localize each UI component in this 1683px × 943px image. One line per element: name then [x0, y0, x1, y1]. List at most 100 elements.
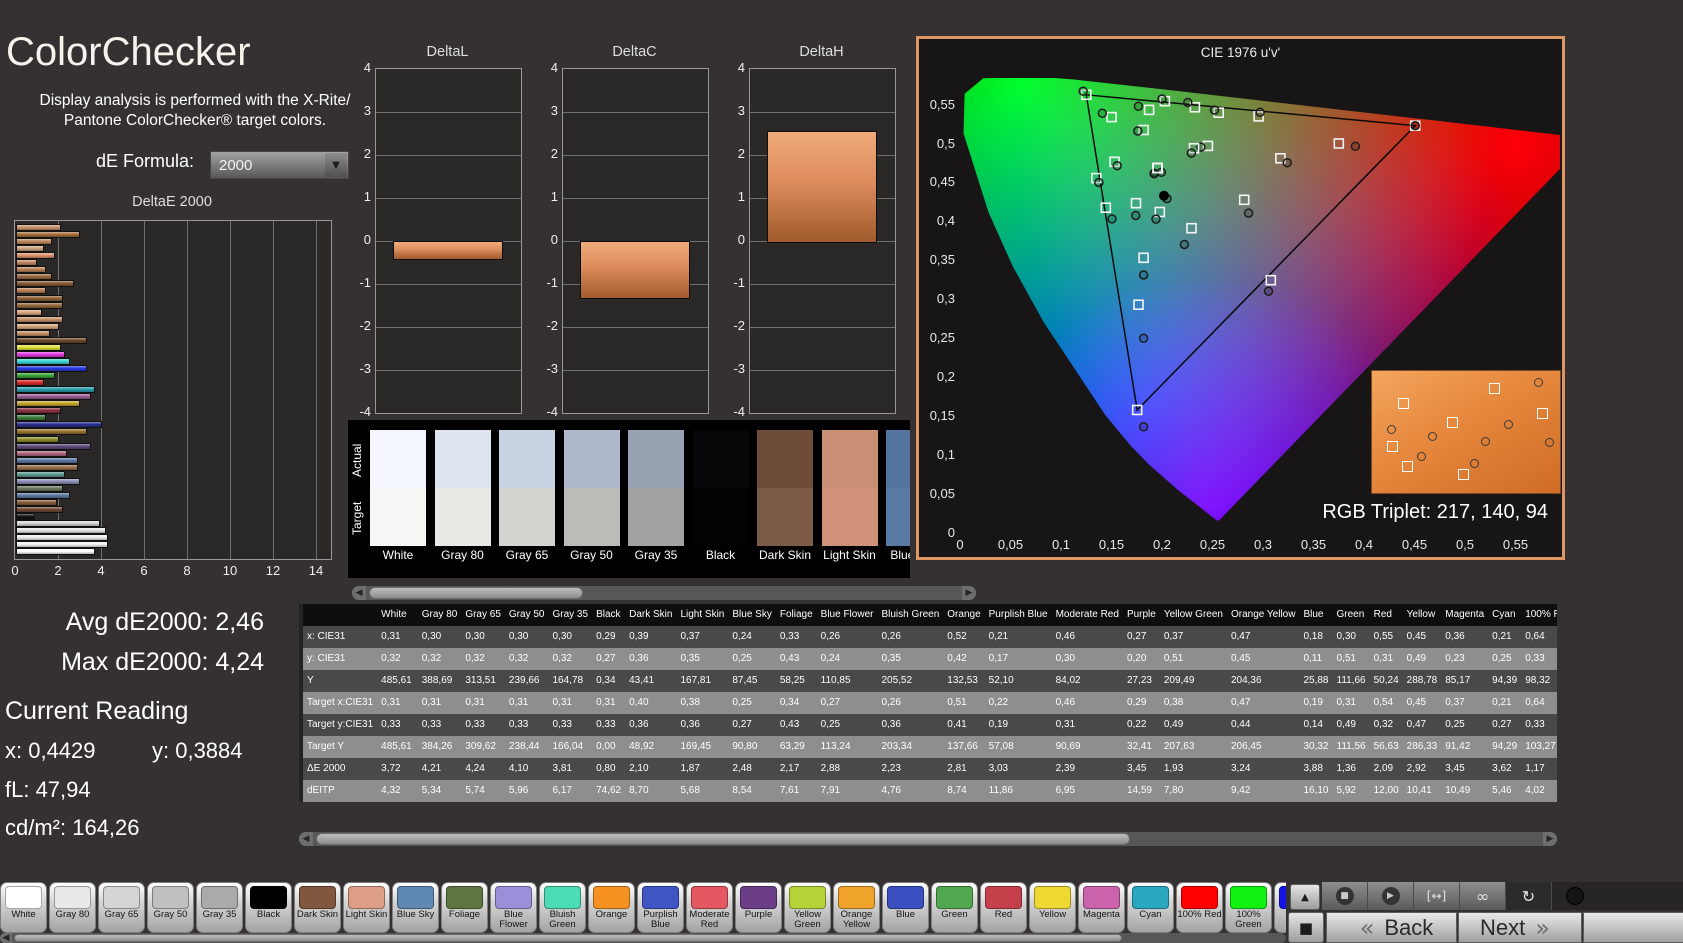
patch-tile[interactable]: Bluish Green: [539, 882, 586, 933]
measured-point: [1149, 168, 1159, 179]
scroll-left-icon[interactable]: ◀: [0, 933, 12, 943]
deltae-bar: [16, 491, 70, 499]
patch-tile[interactable]: Green: [931, 882, 978, 933]
table-cell: 0,19: [984, 714, 1052, 736]
table-cell: 4,76: [877, 780, 944, 802]
patch-tile[interactable]: 100% Blue: [1274, 882, 1286, 933]
patch-tile[interactable]: Yellow: [1029, 882, 1076, 933]
loop-button[interactable]: ∞: [1460, 882, 1506, 910]
table-cell: 0,37: [1159, 626, 1227, 648]
table-cell: 5,74: [461, 780, 505, 802]
patch-tile[interactable]: Blue Sky: [392, 882, 439, 933]
next-button[interactable]: Next »: [1458, 912, 1582, 943]
patch-tile[interactable]: Blue Flower: [490, 882, 537, 933]
patch-tile[interactable]: Moderate Red: [686, 882, 733, 933]
table-cell: 169,45: [676, 736, 729, 758]
deltae-bar: [16, 301, 64, 309]
patch-tile[interactable]: Magenta: [1078, 882, 1125, 933]
patch-tile[interactable]: Purplish Blue: [637, 882, 684, 933]
measured-point: [1151, 214, 1161, 224]
scroll-right-icon[interactable]: ▶: [962, 586, 976, 600]
gridline: [563, 198, 708, 199]
scrollbar-thumb[interactable]: [369, 587, 583, 599]
table-cell: 0,33: [1521, 714, 1557, 736]
patch-tile[interactable]: Gray 65: [98, 882, 145, 933]
table-cell: 0,33: [1521, 648, 1557, 670]
patch-tile[interactable]: Orange Yellow: [833, 882, 880, 933]
column-header: 100% Red: [1521, 604, 1557, 626]
target-swatch: [499, 488, 555, 546]
table-cell: 309,62: [461, 736, 505, 758]
actual-target-swatch-strip: Actual Target White Gray 80 Gray 65 Gray 50…: [348, 420, 910, 578]
table-cell: 113,24: [816, 736, 878, 758]
table-cell: 209,49: [1159, 670, 1227, 692]
patch-tile[interactable]: Light Skin: [343, 882, 390, 933]
stop-button[interactable]: ■: [1322, 882, 1368, 910]
scroll-up-button[interactable]: ▲: [1290, 884, 1320, 910]
patch-tile[interactable]: Dark Skin: [294, 882, 341, 933]
table-cell: 0,44: [1226, 714, 1300, 736]
patch-tile[interactable]: 100% Green: [1225, 882, 1272, 933]
table-cell: 0,47: [1226, 626, 1300, 648]
patch-tile[interactable]: Purple: [735, 882, 782, 933]
back-button[interactable]: « Back: [1326, 912, 1457, 943]
stop-square-button[interactable]: ■: [1288, 912, 1324, 943]
patch-tile[interactable]: Yellow Green: [784, 882, 831, 933]
table-cell: 110,85: [816, 670, 878, 692]
table-cell: 0,30: [1051, 648, 1123, 670]
patch-tile-label: Gray 65: [104, 909, 139, 920]
table-scrollbar[interactable]: ◀ ▶: [299, 832, 1557, 846]
table-cell: 288,78: [1402, 670, 1442, 692]
scrollbar-thumb[interactable]: [14, 934, 1122, 942]
page-scrollbar[interactable]: ◀: [0, 933, 1286, 943]
column-header: Gray 80: [417, 604, 462, 626]
table-cell: 0,41: [943, 714, 985, 736]
table-cell: 12,00: [1369, 780, 1403, 802]
patch-tile[interactable]: Gray 50: [147, 882, 194, 933]
patch-tile-label: Bluish Green: [549, 909, 576, 930]
up-arrow-icon: ▲: [1301, 891, 1309, 903]
scroll-left-icon[interactable]: ◀: [352, 586, 366, 600]
table-cell: 0,36: [1441, 626, 1489, 648]
actual-swatch: [563, 430, 620, 488]
table-cell: 0,22: [1122, 714, 1160, 736]
patch-tile[interactable]: White: [0, 882, 47, 933]
scroll-right-icon[interactable]: ▶: [1543, 832, 1557, 846]
table-cell: 1,93: [1159, 758, 1227, 780]
table-cell: 10,41: [1402, 780, 1442, 802]
refresh-button[interactable]: ↻: [1506, 882, 1552, 910]
swatch-strip-scrollbar[interactable]: ◀ ▶: [352, 586, 976, 600]
scrollbar-thumb[interactable]: [316, 833, 1130, 845]
patch-tile-label: Cyan: [1139, 909, 1162, 920]
table-cell: 206,45: [1226, 736, 1300, 758]
patch-tile[interactable]: Gray 35: [196, 882, 243, 933]
measured-point: [1183, 97, 1193, 108]
patch-tile[interactable]: Red: [980, 882, 1027, 933]
column-header: Blue: [1299, 604, 1333, 626]
patch-tile[interactable]: Orange: [588, 882, 635, 933]
deltae-bar: [16, 322, 59, 330]
patch-tile-label: Yellow Green: [793, 909, 822, 930]
range-button[interactable]: [↔]: [1414, 882, 1460, 910]
patch-tile[interactable]: Foliage: [441, 882, 488, 933]
x-tick-label: 0: [11, 563, 19, 578]
table-cell: 0,33: [775, 626, 817, 648]
y-tick-label: 3: [363, 103, 371, 118]
table-cell: 0,30: [461, 626, 505, 648]
measured-point: [1428, 432, 1438, 441]
play-button[interactable]: ▶: [1368, 882, 1414, 910]
table-row: x: CIE31 0,31 0,30 0,30 0,30 0,30 0,29 0,39 0,37…: [299, 626, 1557, 648]
patch-tile[interactable]: Blue: [882, 882, 929, 933]
deltae-bar: [16, 498, 57, 506]
patch-tile[interactable]: 100% Red: [1176, 882, 1223, 933]
patch-label: Gray 35: [634, 548, 678, 562]
patch-tile[interactable]: Gray 80: [49, 882, 96, 933]
table-cell: 8,74: [943, 780, 985, 802]
patch-tile[interactable]: Cyan: [1127, 882, 1174, 933]
column-header: Light Skin: [676, 604, 729, 626]
patch-tile[interactable]: Black: [245, 882, 292, 933]
scroll-left-icon[interactable]: ◀: [299, 832, 313, 846]
deltae-bar: [16, 541, 109, 549]
de-formula-select[interactable]: 2000 ▼: [210, 151, 349, 179]
table-cell: 6,95: [1051, 780, 1123, 802]
